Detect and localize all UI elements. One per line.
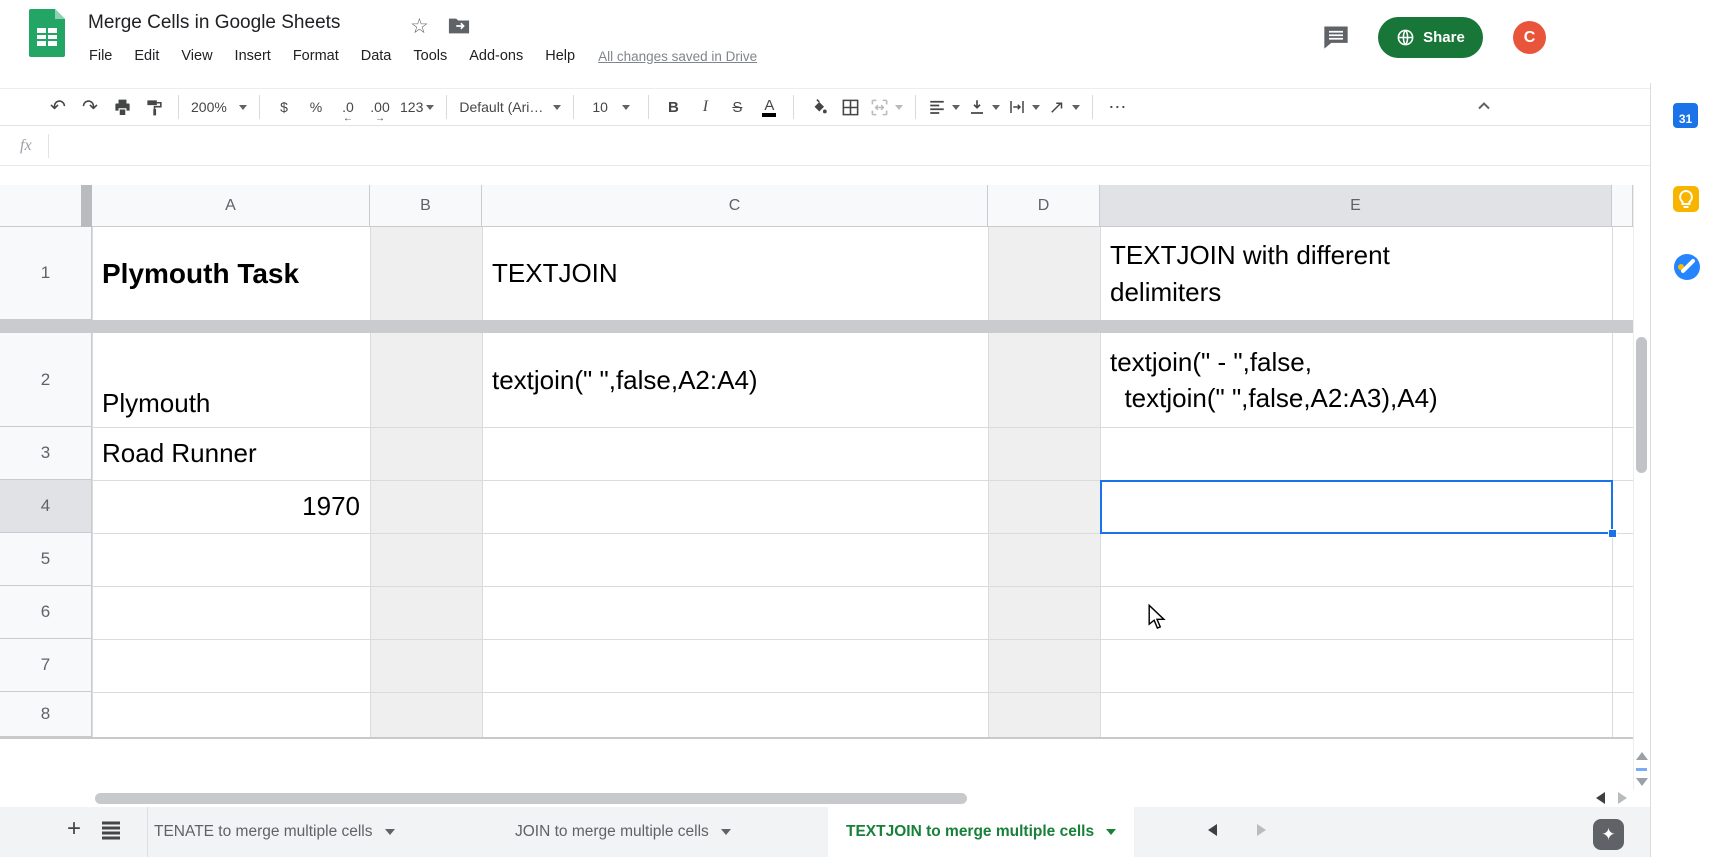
row-header-8[interactable]: 8 bbox=[0, 692, 92, 737]
explore-button[interactable]: ✦ bbox=[1593, 819, 1624, 850]
row-header-4[interactable]: 4 bbox=[0, 480, 92, 533]
spreadsheet-grid[interactable]: A B C D E 1 2 3 4 5 6 7 8 Plymouth Task TEXTJOIN TEXTJO… bbox=[0, 0, 1650, 857]
google-sheets-app: Merge Cells in Google Sheets ☆ File Edit… bbox=[0, 0, 1717, 857]
tasks-icon[interactable] bbox=[1673, 253, 1701, 281]
frozen-column-indicator bbox=[81, 185, 92, 227]
vertical-scrollbar-thumb[interactable] bbox=[1636, 337, 1647, 473]
sheet-tab-bar: + TENATE to merge multiple cells JOIN to… bbox=[0, 807, 1650, 857]
row-header-5[interactable]: 5 bbox=[0, 533, 92, 586]
scroll-left-icon[interactable] bbox=[1596, 792, 1605, 804]
cell-E1[interactable]: TEXTJOIN with different delimiters bbox=[1100, 227, 1612, 320]
row-header-7[interactable]: 7 bbox=[0, 639, 92, 692]
cell-A1[interactable]: Plymouth Task bbox=[92, 227, 370, 320]
vertical-scroll-position-marker bbox=[1636, 768, 1647, 771]
tab-menu-icon[interactable] bbox=[1106, 829, 1117, 835]
shaded-column-D[interactable] bbox=[988, 227, 1100, 737]
cell-A4[interactable]: 1970 bbox=[92, 480, 370, 533]
select-all-corner[interactable] bbox=[0, 185, 92, 227]
right-side-panel: 31 bbox=[1650, 83, 1717, 857]
tab-menu-icon[interactable] bbox=[384, 829, 395, 835]
row-header-6[interactable]: 6 bbox=[0, 586, 92, 639]
selection-fill-handle[interactable] bbox=[1608, 529, 1617, 538]
gridline-h bbox=[92, 586, 1633, 587]
keep-icon[interactable] bbox=[1673, 186, 1699, 212]
cell-A2[interactable]: Plymouth bbox=[92, 333, 370, 427]
horizontal-scrollbar-thumb[interactable] bbox=[95, 793, 967, 804]
column-header-A[interactable]: A bbox=[92, 185, 370, 227]
grid-bottom-edge bbox=[0, 737, 1633, 739]
scroll-right-icon[interactable] bbox=[1618, 792, 1627, 804]
column-header-sliver[interactable] bbox=[1612, 185, 1633, 227]
cell-E2[interactable]: textjoin(" - ",false, textjoin(" ",false… bbox=[1100, 333, 1612, 427]
scroll-down-icon[interactable] bbox=[1636, 778, 1648, 786]
add-sheet-button[interactable]: + bbox=[60, 815, 88, 843]
vertical-scrollbar[interactable] bbox=[1633, 185, 1650, 790]
sheet-tab-textjoin-active[interactable]: TEXTJOIN to merge multiple cells bbox=[828, 807, 1135, 857]
row-header-2[interactable]: 2 bbox=[0, 333, 92, 427]
gridline-v bbox=[370, 227, 371, 737]
shaded-column-B[interactable] bbox=[370, 227, 482, 737]
cell-C1[interactable]: TEXTJOIN bbox=[482, 227, 988, 320]
selection-box[interactable] bbox=[1100, 480, 1613, 534]
tab-menu-icon[interactable] bbox=[720, 829, 731, 835]
next-sheet-icon[interactable] bbox=[1257, 824, 1266, 836]
cell-C2[interactable]: textjoin(" ",false,A2:A4) bbox=[482, 333, 988, 427]
calendar-icon[interactable]: 31 bbox=[1673, 103, 1698, 128]
gridline-h bbox=[92, 692, 1633, 693]
gridline-v bbox=[988, 227, 989, 737]
scroll-up-icon[interactable] bbox=[1636, 752, 1648, 760]
all-sheets-icon[interactable] bbox=[100, 821, 122, 841]
column-header-C[interactable]: C bbox=[482, 185, 988, 227]
frozen-row-divider bbox=[0, 320, 1633, 333]
column-header-B[interactable]: B bbox=[370, 185, 482, 227]
gridline-h bbox=[92, 639, 1633, 640]
tab-navigation bbox=[1208, 824, 1266, 836]
sheet-tab-concatenate[interactable]: TENATE to merge multiple cells bbox=[147, 807, 395, 857]
cell-A3[interactable]: Road Runner bbox=[92, 427, 370, 480]
prev-sheet-icon[interactable] bbox=[1208, 824, 1217, 836]
sheet-tab-join[interactable]: JOIN to merge multiple cells bbox=[515, 807, 731, 857]
column-header-E[interactable]: E bbox=[1100, 185, 1612, 227]
mouse-cursor bbox=[1148, 604, 1166, 629]
column-header-D[interactable]: D bbox=[988, 185, 1100, 227]
row-header-1[interactable]: 1 bbox=[0, 227, 92, 320]
row-header-3[interactable]: 3 bbox=[0, 427, 92, 480]
